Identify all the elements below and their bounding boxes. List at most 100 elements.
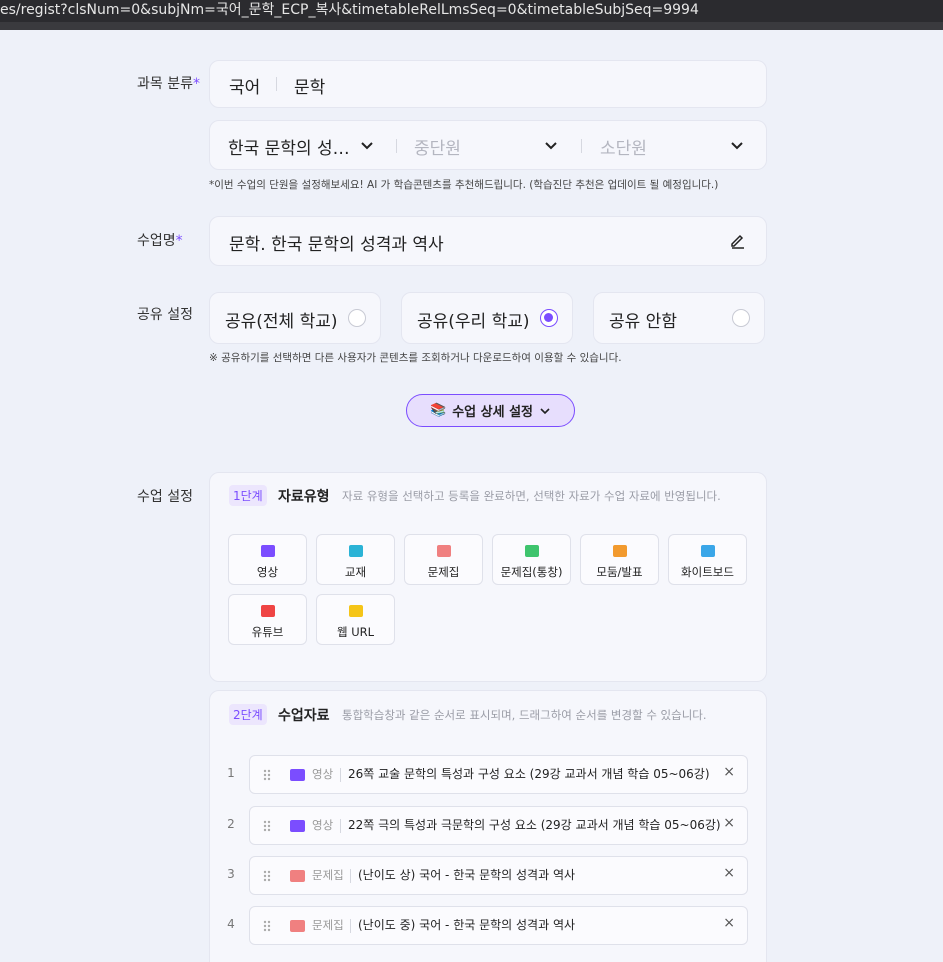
url-bar-bottom-strip [0, 22, 943, 30]
group-presentation-icon [612, 545, 627, 557]
edit-pencil-icon[interactable] [729, 232, 746, 249]
video-icon [260, 545, 275, 557]
unit-mid-select[interactable]: 중단원 [400, 121, 570, 171]
lesson-registration-page: 과목 분류* 국어 문학 한국 문학의 성… 중단원 소단원 *이번 수업의 단… [0, 30, 943, 962]
detail-button-label: 수업 상세 설정 [452, 405, 533, 420]
whiteboard-icon [700, 545, 715, 557]
material-order-number: 2 [227, 817, 235, 831]
material-type-label: 문제집 [427, 565, 460, 579]
subject-main: 국어 [229, 78, 261, 98]
share-option-label: 공유 안함 [609, 312, 677, 332]
unit-divider-2 [581, 139, 582, 153]
step1-title: 자료유형 [278, 489, 330, 505]
subject-label: 과목 분류* [137, 76, 200, 92]
textbook-icon [348, 545, 363, 557]
class-name-field[interactable]: 문학. 한국 문학의 성격과 역사 [209, 216, 767, 266]
remove-material-icon[interactable]: × [723, 764, 735, 780]
material-title: 26쪽 교술 문학의 특성과 구성 요소 (29강 교과서 개념 학습 05~0… [348, 767, 710, 781]
subject-divider [276, 77, 277, 91]
share-label: 공유 설정 [137, 307, 193, 323]
unit-mid-placeholder: 중단원 [414, 139, 461, 159]
material-title: 22쪽 극의 특성과 극문학의 구성 요소 (29강 교과서 개념 학습 05~… [348, 818, 721, 832]
material-type: 문제집 [312, 918, 344, 932]
share-note: ※ 공유하기를 선택하면 다른 사용자가 콘텐츠를 조회하거나 다운로드하여 이… [209, 352, 622, 364]
unit-big-value: 한국 문학의 성… [228, 139, 350, 159]
material-title: (난이도 중) 국어 - 한국 문학의 성격과 역사 [358, 918, 576, 932]
material-type: 영상 [312, 818, 334, 832]
unit-small-placeholder: 소단원 [600, 139, 647, 159]
video-icon [290, 820, 305, 832]
material-type: 문제집 [312, 868, 344, 882]
step2-badge: 2단계 [229, 704, 267, 725]
material-type-web-url[interactable]: 웹 URL [316, 594, 395, 645]
remove-material-icon[interactable]: × [723, 915, 735, 931]
material-type-video[interactable]: 영상 [228, 534, 307, 585]
material-type: 영상 [312, 767, 334, 781]
subject-sub: 문학 [294, 78, 326, 98]
material-order-number: 4 [227, 917, 235, 931]
material-type-workbook[interactable]: 문제집 [404, 534, 483, 585]
url-text: es/regist?clsNum=0&subjNm=국어_문학_ECP_복사&t… [0, 2, 699, 18]
unit-select-group: 한국 문학의 성… 중단원 소단원 [209, 120, 767, 170]
share-radio-all-schools[interactable] [348, 309, 366, 327]
material-type-youtube[interactable]: 유튜브 [228, 594, 307, 645]
step1-badge: 1단계 [229, 485, 267, 506]
class-name-label: 수업명* [137, 233, 183, 249]
material-type-whiteboard[interactable]: 화이트보드 [668, 534, 747, 585]
material-row[interactable]: 영상 26쪽 교술 문학의 특성과 구성 요소 (29강 교과서 개념 학습 05… [249, 755, 748, 794]
material-type-label: 화이트보드 [681, 565, 734, 579]
remove-material-icon[interactable]: × [723, 815, 735, 831]
drag-handle-icon[interactable] [263, 769, 271, 781]
material-row[interactable]: 영상 22쪽 극의 특성과 극문학의 구성 요소 (29강 교과서 개념 학습 0… [249, 806, 748, 845]
unit-small-select[interactable]: 소단원 [585, 121, 765, 171]
unit-note: *이번 수업의 단원을 설정해보세요! AI 가 학습콘텐츠를 추천해드립니다.… [209, 179, 719, 191]
drag-handle-icon[interactable] [263, 820, 271, 832]
step1-desc: 자료 유형을 선택하고 등록을 완료하면, 선택한 자료가 수업 자료에 반영됩… [342, 489, 721, 503]
share-radio-none[interactable] [732, 309, 750, 327]
material-divider [350, 919, 351, 933]
share-option-label: 공유(전체 학교) [225, 312, 338, 332]
drag-handle-icon[interactable] [263, 870, 271, 882]
material-row[interactable]: 문제집 (난이도 상) 국어 - 한국 문학의 성격과 역사 × [249, 856, 748, 895]
chevron-down-icon [361, 142, 373, 150]
share-option-our-school[interactable]: 공유(우리 학교) [401, 292, 573, 344]
chevron-down-icon [540, 407, 550, 414]
workbook-icon [436, 545, 451, 557]
workbook-window-icon [524, 545, 539, 557]
web-url-icon [348, 605, 363, 617]
material-type-label: 모둠/발표 [596, 565, 643, 579]
material-order-number: 1 [227, 766, 235, 780]
material-type-label: 교재 [344, 565, 367, 579]
browser-url-bar[interactable]: es/regist?clsNum=0&subjNm=국어_문학_ECP_복사&t… [0, 0, 943, 30]
subject-field[interactable]: 국어 문학 [209, 60, 767, 108]
drag-handle-icon[interactable] [263, 920, 271, 932]
material-type-group-presentation[interactable]: 모둠/발표 [580, 534, 659, 585]
material-divider [350, 869, 351, 883]
youtube-icon [260, 605, 275, 617]
workbook-icon [290, 870, 305, 882]
chevron-down-icon [545, 142, 557, 150]
material-title: (난이도 상) 국어 - 한국 문학의 성격과 역사 [358, 868, 576, 882]
material-type-label: 문제집(통창) [500, 565, 563, 579]
material-type-label: 웹 URL [336, 625, 375, 639]
class-setting-label: 수업 설정 [137, 489, 193, 505]
material-divider [340, 768, 341, 782]
share-option-all-schools[interactable]: 공유(전체 학교) [209, 292, 381, 344]
share-radio-our-school[interactable] [540, 309, 558, 327]
material-row[interactable]: 문제집 (난이도 중) 국어 - 한국 문학의 성격과 역사 × [249, 906, 748, 945]
lesson-detail-settings-button[interactable]: 📚 수업 상세 설정 [406, 394, 575, 427]
material-type-textbook[interactable]: 교재 [316, 534, 395, 585]
material-type-label: 유튜브 [251, 625, 284, 639]
books-icon: 📚 [430, 403, 447, 418]
unit-big-select[interactable]: 한국 문학의 성… [210, 121, 390, 171]
step2-title: 수업자료 [278, 708, 330, 724]
remove-material-icon[interactable]: × [723, 865, 735, 881]
material-order-number: 3 [227, 867, 235, 881]
material-type-workbook-window[interactable]: 문제집(통창) [492, 534, 571, 585]
workbook-icon [290, 920, 305, 932]
share-option-none[interactable]: 공유 안함 [593, 292, 765, 344]
share-option-label: 공유(우리 학교) [417, 312, 530, 332]
step2-desc: 통합학습창과 같은 순서로 표시되며, 드래그하여 순서를 변경할 수 있습니다… [342, 708, 707, 722]
material-divider [340, 819, 341, 833]
unit-divider-1 [396, 139, 397, 153]
